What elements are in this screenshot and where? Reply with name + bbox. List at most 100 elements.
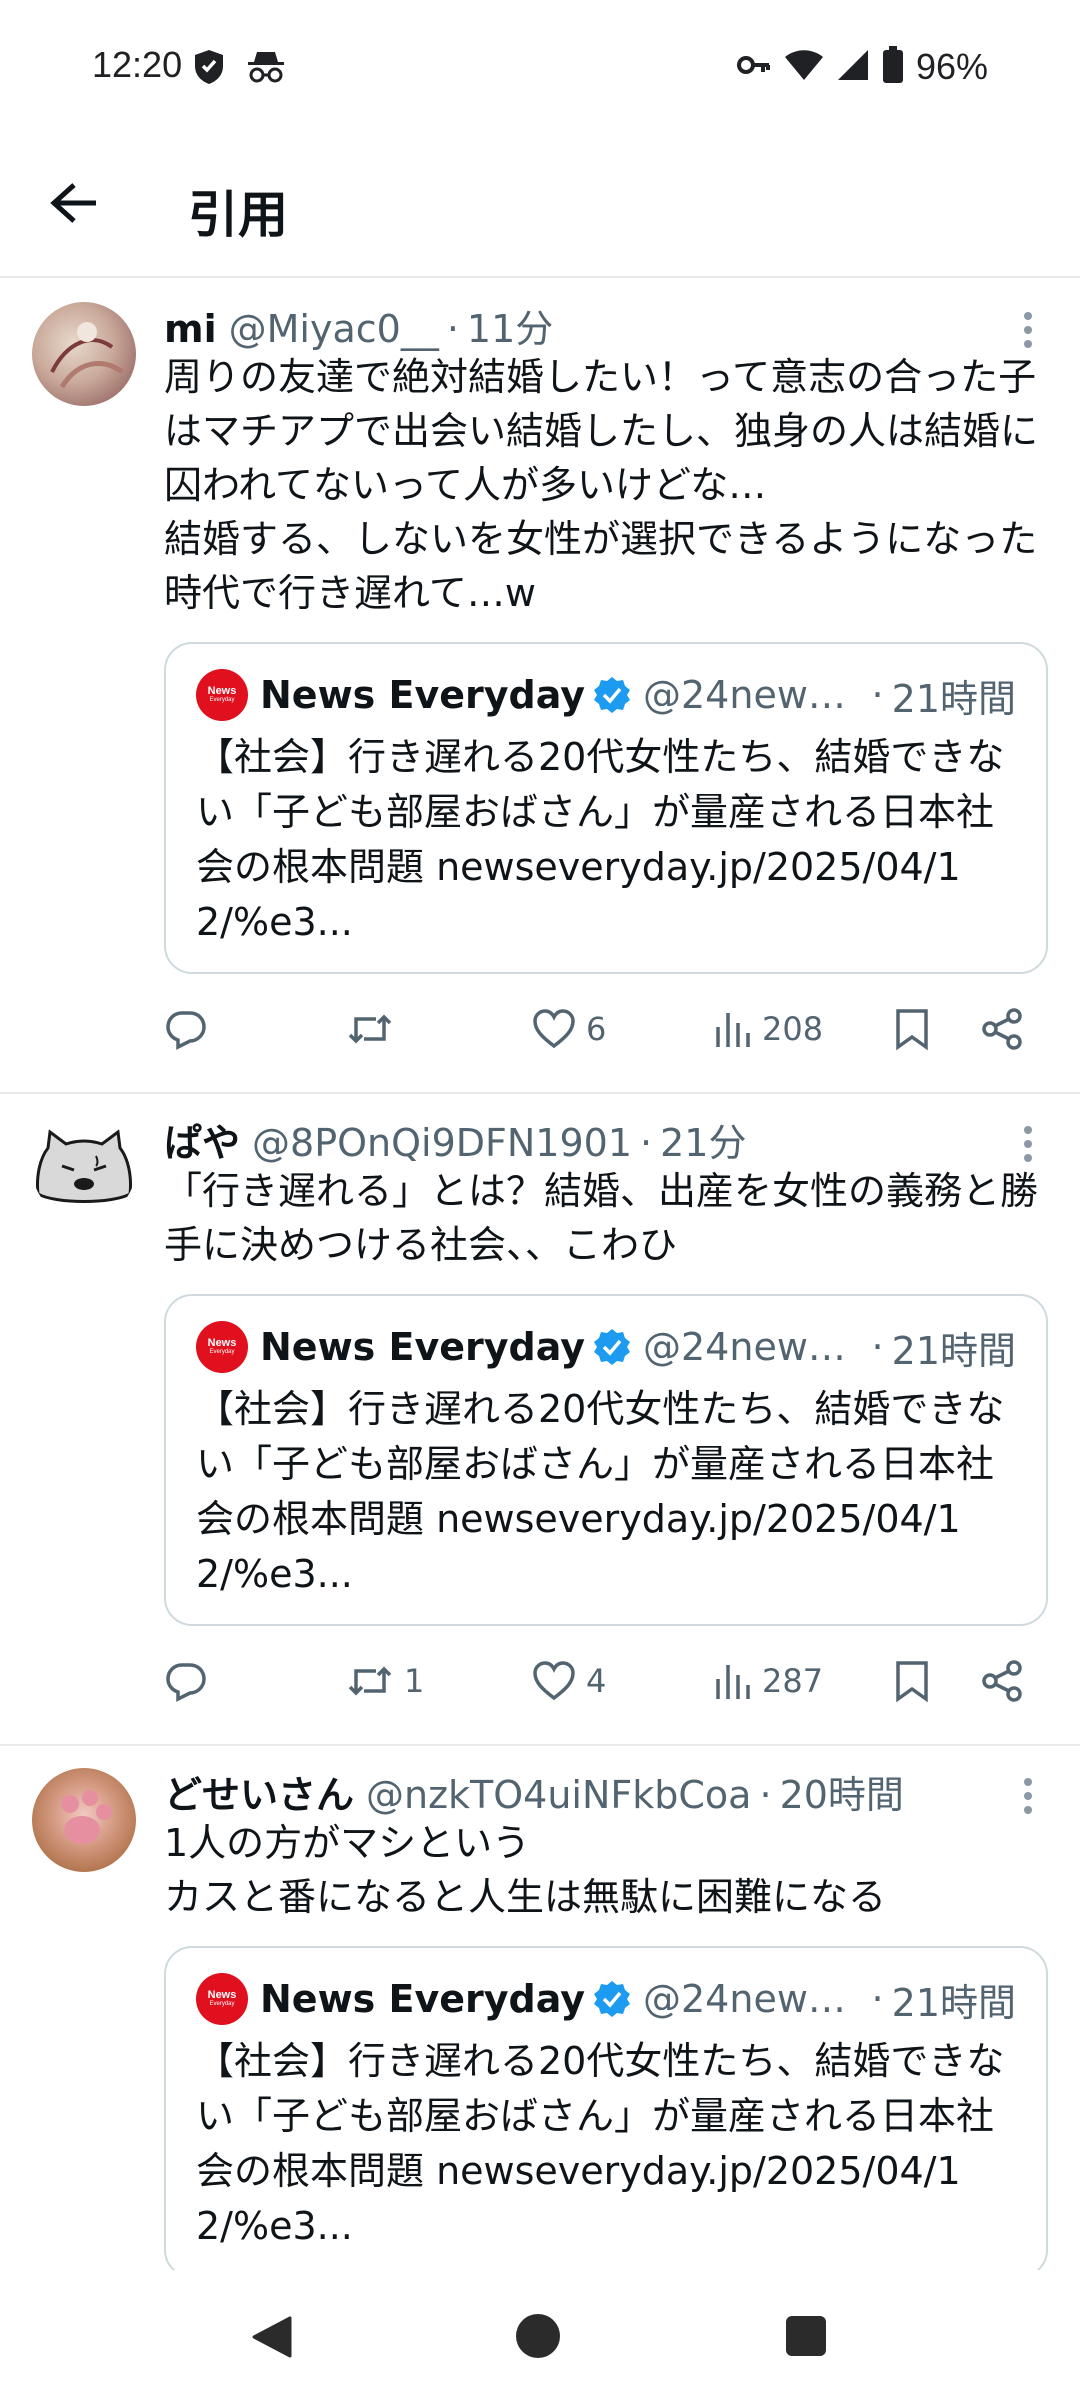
tweet[interactable]: ぱや @8POnQi9DFN1901 · 21分 「行き遅れる」とは？結婚、出産…	[0, 1094, 1080, 1746]
share-icon	[982, 1660, 1022, 1702]
retweet-button[interactable]: 1	[346, 1658, 424, 1704]
status-right-icons: 96%	[736, 46, 988, 88]
share-button[interactable]	[980, 1006, 1024, 1052]
like-count: 6	[586, 1010, 607, 1048]
quoted-author-handle: @24news...	[643, 673, 864, 717]
views-button[interactable]: 287	[712, 1658, 823, 1704]
quoted-author-name: News Everyday	[260, 673, 585, 717]
quoted-author-name: News Everyday	[260, 1325, 585, 1369]
author-handle[interactable]: @8POnQi9DFN1901	[252, 1121, 632, 1165]
system-navigation-bar	[0, 2270, 1080, 2400]
nav-home-button[interactable]	[516, 2314, 560, 2358]
signal-icon	[836, 48, 870, 86]
news-everyday-avatar: News Everyday	[196, 1321, 248, 1373]
avatar-logo-subtext: Everyday	[209, 2001, 235, 2007]
status-bar: 12:20 96%	[0, 0, 1080, 135]
avatar-logo-text: News	[207, 1337, 237, 1349]
page-title: 引用	[188, 186, 288, 244]
retweet-icon	[348, 1666, 392, 1696]
wifi-icon	[784, 48, 824, 86]
retweet-button[interactable]	[346, 1006, 404, 1052]
tweet-time[interactable]: 20時間	[780, 1764, 904, 1819]
heart-icon	[533, 1661, 575, 1701]
tweet[interactable]: mi @Miyac0__ · 11分 周りの友達で絶対結婚したい！って意志の合っ…	[0, 280, 1080, 1094]
separator-dot: ·	[640, 1121, 653, 1165]
retweet-icon	[348, 1014, 392, 1044]
verified-badge-icon	[594, 677, 630, 713]
author-handle[interactable]: @nzkTO4uiNFkbCoa	[366, 1773, 751, 1817]
triangle-back-icon	[252, 2316, 292, 2358]
like-count: 4	[586, 1662, 607, 1700]
tweet-text: 周りの友達で絶対結婚したい！って意志の合った子はマチアプで出会い結婚したし、独身…	[164, 355, 1039, 615]
tweet[interactable]: どせいさん @nzkTO4uiNFkbCoa · 20時間 1人の方がマシという…	[0, 1746, 1080, 2270]
share-button[interactable]	[980, 1658, 1024, 1704]
author-name[interactable]: ぱや	[164, 1112, 240, 1167]
arrow-left-icon	[50, 183, 96, 223]
quoted-tweet[interactable]: News Everyday News Everyday @24news... · …	[164, 642, 1048, 974]
avatar[interactable]	[32, 302, 136, 406]
like-button[interactable]: 4	[532, 1658, 606, 1704]
avatar-logo-text: News	[207, 685, 237, 697]
battery-percent: 96%	[915, 46, 988, 87]
separator-dot: ·	[446, 307, 459, 351]
views-button[interactable]: 208	[712, 1006, 823, 1052]
view-count: 287	[762, 1662, 824, 1700]
bookmark-icon	[896, 1009, 928, 1051]
reply-icon	[166, 1663, 206, 1702]
share-icon	[982, 1008, 1022, 1050]
avatar[interactable]	[32, 1116, 136, 1220]
separator-dot: ·	[871, 673, 884, 717]
separator-dot: ·	[871, 1977, 884, 2021]
tweet-actions: 6 208	[164, 982, 1044, 1088]
shield-icon	[192, 48, 226, 90]
tweet-text: 「行き遅れる」とは？結婚、出産を女性の義務と勝手に決めつける社会、、こわひ	[164, 1169, 1039, 1267]
view-count: 208	[762, 1010, 824, 1048]
reply-button[interactable]	[164, 1658, 208, 1704]
back-button[interactable]	[42, 171, 106, 235]
avatar-logo-subtext: Everyday	[209, 697, 235, 703]
page-header: 引用	[0, 135, 1080, 278]
battery-icon	[882, 46, 904, 88]
bookmark-button[interactable]	[894, 1006, 930, 1052]
retweet-count: 1	[404, 1662, 425, 1700]
heart-icon	[533, 1009, 575, 1049]
nav-back-button[interactable]	[248, 2314, 294, 2364]
verified-badge-icon	[594, 1329, 630, 1365]
views-bar-chart-icon	[716, 1013, 750, 1047]
like-button[interactable]: 6	[532, 1006, 606, 1052]
author-name[interactable]: mi	[164, 307, 217, 351]
quoted-author-handle: @24news...	[643, 1325, 864, 1369]
quoted-tweet-time: 21時間	[891, 1328, 1016, 1373]
quoted-tweet[interactable]: News Everyday News Everyday @24news... · …	[164, 1946, 1048, 2270]
quoted-tweet-time: 21時間	[891, 1980, 1016, 2025]
avatar-logo-text: News	[207, 1989, 237, 2001]
reply-icon	[166, 1011, 206, 1050]
verified-badge-icon	[594, 1981, 630, 2017]
news-everyday-avatar: News Everyday	[196, 1973, 248, 2025]
tweet-text: 1人の方がマシという カスと番になると人生は無駄に困難になる	[164, 1821, 887, 1919]
nav-recents-button[interactable]	[786, 2316, 826, 2356]
bookmark-button[interactable]	[894, 1658, 930, 1704]
quoted-author-name: News Everyday	[260, 1977, 585, 2021]
separator-dot: ·	[759, 1773, 772, 1817]
bookmark-icon	[896, 1661, 928, 1703]
status-left-icons	[192, 48, 286, 90]
status-time: 12:20	[92, 44, 183, 85]
tweet-actions: 1 4 287	[164, 1634, 1044, 1740]
key-icon	[736, 47, 772, 87]
tweet-time[interactable]: 11分	[467, 298, 553, 353]
tweet-time[interactable]: 21分	[660, 1112, 746, 1167]
news-everyday-avatar: News Everyday	[196, 669, 248, 721]
avatar-logo-subtext: Everyday	[209, 1349, 235, 1355]
quoted-tweet-text: 【社会】行き遅れる20代女性たち、結婚できない「子ども部屋おばさん」が量産される…	[196, 2039, 1005, 2248]
author-name[interactable]: どせいさん	[164, 1764, 354, 1819]
quoted-author-handle: @24news...	[643, 1977, 864, 2021]
avatar[interactable]	[32, 1768, 136, 1872]
reply-button[interactable]	[164, 1006, 208, 1052]
quote-feed[interactable]: mi @Miyac0__ · 11分 周りの友達で絶対結婚したい！って意志の合っ…	[0, 280, 1080, 2270]
views-bar-chart-icon	[716, 1665, 750, 1699]
quoted-tweet[interactable]: News Everyday News Everyday @24news... · …	[164, 1294, 1048, 1626]
quoted-tweet-text: 【社会】行き遅れる20代女性たち、結婚できない「子ども部屋おばさん」が量産される…	[196, 735, 1005, 944]
author-handle[interactable]: @Miyac0__	[229, 307, 439, 351]
quoted-tweet-text: 【社会】行き遅れる20代女性たち、結婚できない「子ども部屋おばさん」が量産される…	[196, 1387, 1005, 1596]
